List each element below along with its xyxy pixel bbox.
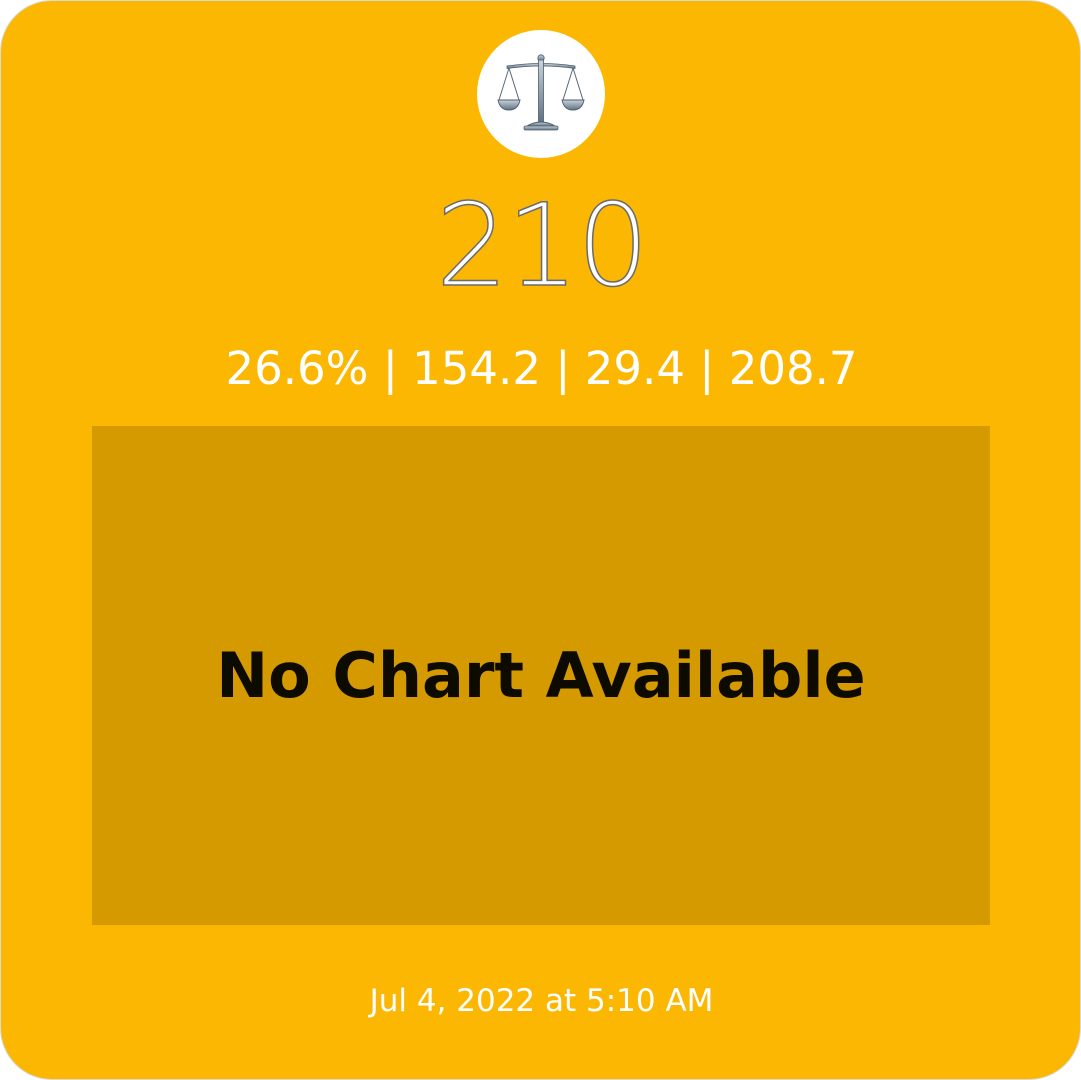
balance-scale-icon — [497, 54, 585, 131]
no-chart-message: No Chart Available — [216, 639, 866, 712]
weight-widget[interactable]: 210 26.6% | 154.2 | 29.4 | 208.7 No Char… — [0, 0, 1081, 1080]
icon-badge — [477, 30, 605, 158]
last-updated-timestamp: Jul 4, 2022 at 5:10 AM — [369, 983, 714, 1019]
current-value: 210 — [435, 179, 650, 312]
stats-summary: 26.6% | 154.2 | 29.4 | 208.7 — [225, 342, 858, 395]
chart-placeholder: No Chart Available — [92, 426, 990, 925]
